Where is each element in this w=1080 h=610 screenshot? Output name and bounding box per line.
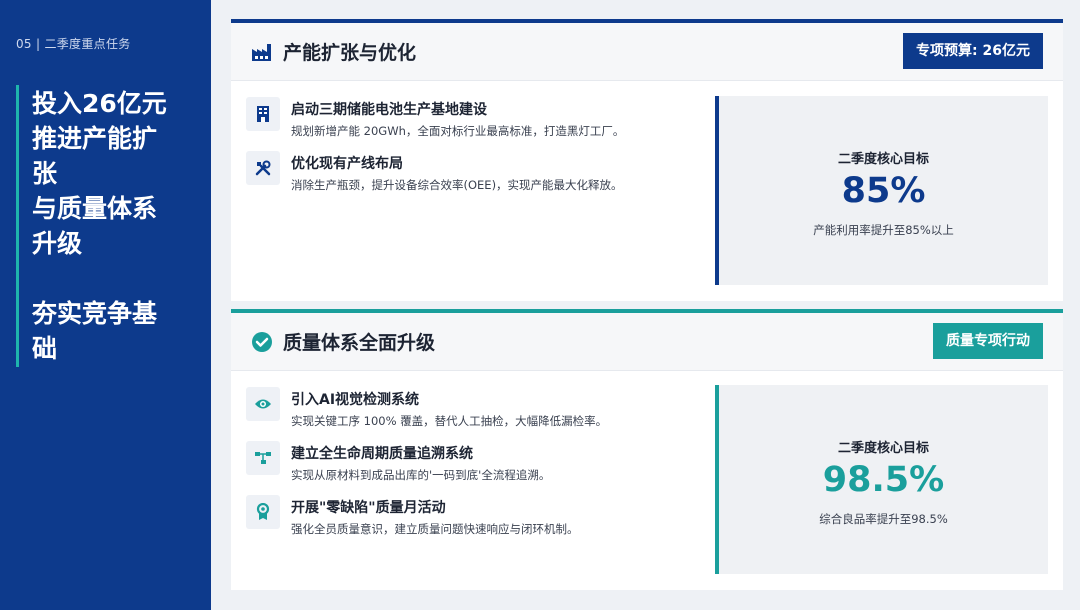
task-list: 引入AI视觉检测系统 实现关键工序 100% 覆盖，替代人工抽检，大幅降低漏检率… xyxy=(246,387,706,549)
item-desc: 消除生产瓶颈，提升设备综合效率(OEE)，实现产能最大化释放。 xyxy=(291,178,623,192)
capacity-section: 产能扩张与优化 专项预算: 26亿元 启动三期储能电池生产基地建设 规划新增产能… xyxy=(231,19,1063,301)
section-header: 产能扩张与优化 专项预算: 26亿元 xyxy=(231,23,1063,81)
goal-value: 98.5% xyxy=(822,460,945,500)
network-icon xyxy=(246,441,280,475)
item-title: 引入AI视觉检测系统 xyxy=(291,392,420,408)
tools-icon xyxy=(246,151,280,185)
headline-line: 础 xyxy=(32,334,58,363)
goal-value: 85% xyxy=(841,171,926,211)
headline-accent-bar xyxy=(16,85,19,367)
item-desc: 实现从原材料到成品出库的'一码到底'全流程追溯。 xyxy=(291,468,551,482)
section-title: 产能扩张与优化 xyxy=(283,42,417,64)
action-badge: 质量专项行动 xyxy=(933,323,1043,359)
item-title: 优化现有产线布局 xyxy=(291,156,403,172)
headline-line: 推进产能扩 xyxy=(32,124,158,153)
goal-subtitle: 综合良品率提升至98.5% xyxy=(819,512,948,526)
headline-line: 与质量体系 xyxy=(32,194,158,223)
list-item: 优化现有产线布局 消除生产瓶颈，提升设备综合效率(OEE)，实现产能最大化释放。 xyxy=(246,151,706,205)
item-desc: 规划新增产能 20GWh，全面对标行业最高标准，打造黑灯工厂。 xyxy=(291,124,625,138)
headline-line: 夯实竞争基 xyxy=(32,299,158,328)
item-title: 建立全生命周期质量追溯系统 xyxy=(291,446,473,462)
item-desc: 强化全员质量意识，建立质量问题快速响应与闭环机制。 xyxy=(291,522,579,536)
building-icon xyxy=(246,97,280,131)
list-item: 开展"零缺陷"质量月活动 强化全员质量意识，建立质量问题快速响应与闭环机制。 xyxy=(246,495,706,549)
headline-line: 投入26亿元 xyxy=(32,89,167,118)
check-circle-icon xyxy=(252,332,272,352)
quality-section: 质量体系全面升级 质量专项行动 引入AI视觉检测系统 实现关键工序 100% 覆… xyxy=(231,309,1063,590)
list-item: 启动三期储能电池生产基地建设 规划新增产能 20GWh，全面对标行业最高标准，打… xyxy=(246,97,706,151)
list-item: 建立全生命周期质量追溯系统 实现从原材料到成品出库的'一码到底'全流程追溯。 xyxy=(246,441,706,495)
headline-line: 张 xyxy=(32,159,58,188)
eye-icon xyxy=(246,387,280,421)
task-list: 启动三期储能电池生产基地建设 规划新增产能 20GWh，全面对标行业最高标准，打… xyxy=(246,97,706,205)
headline: 投入26亿元 推进产能扩 张 与质量体系 升级 夯实竞争基 础 xyxy=(32,86,202,366)
section-title: 质量体系全面升级 xyxy=(283,332,436,354)
item-title: 启动三期储能电池生产基地建设 xyxy=(291,102,487,118)
section-header: 质量体系全面升级 质量专项行动 xyxy=(231,313,1063,371)
goal-label: 二季度核心目标 xyxy=(837,441,929,456)
goal-label: 二季度核心目标 xyxy=(837,152,929,167)
goal-card: 二季度核心目标 98.5% 综合良品率提升至98.5% xyxy=(715,385,1048,574)
goal-subtitle: 产能利用率提升至85%以上 xyxy=(813,223,954,237)
budget-badge: 专项预算: 26亿元 xyxy=(903,33,1043,69)
list-item: 引入AI视觉检测系统 实现关键工序 100% 覆盖，替代人工抽检，大幅降低漏检率… xyxy=(246,387,706,441)
factory-icon xyxy=(252,44,271,61)
item-desc: 实现关键工序 100% 覆盖，替代人工抽检，大幅降低漏检率。 xyxy=(291,414,608,428)
left-panel: 05 | 二季度重点任务 投入26亿元 推进产能扩 张 与质量体系 升级 夯实竞… xyxy=(0,0,211,610)
headline-line: 升级 xyxy=(32,229,83,258)
item-title: 开展"零缺陷"质量月活动 xyxy=(291,500,446,516)
goal-card: 二季度核心目标 85% 产能利用率提升至85%以上 xyxy=(715,96,1048,285)
breadcrumb: 05 | 二季度重点任务 xyxy=(16,37,131,51)
award-icon xyxy=(246,495,280,529)
